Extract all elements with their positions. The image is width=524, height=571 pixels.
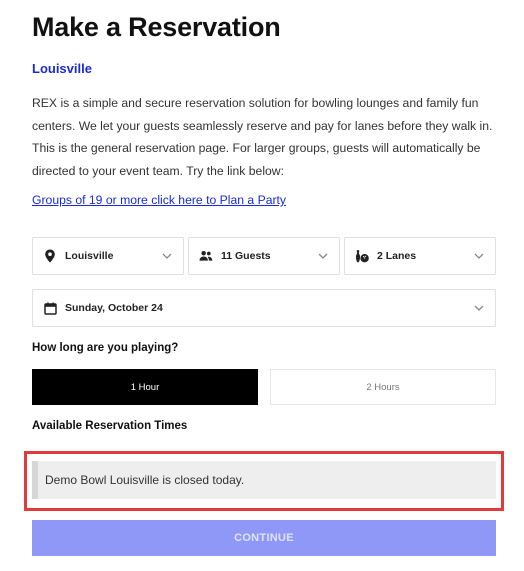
page-title: Make a Reservation [32, 12, 281, 42]
chevron-down-icon [317, 250, 329, 262]
plan-party-link[interactable]: Groups of 19 or more click here to Plan … [32, 193, 286, 207]
reservation-times-label: Available Reservation Times [32, 420, 188, 432]
guests-select-value: 11 Guests [221, 250, 271, 262]
duration-2-hours-button[interactable]: 2 Hours [270, 369, 496, 405]
location-select[interactable]: Louisville [32, 237, 184, 275]
location-link[interactable]: Louisville [32, 61, 92, 76]
date-select-value: Sunday, October 24 [65, 302, 163, 314]
location-select-value: Louisville [65, 250, 114, 262]
map-pin-icon [43, 249, 57, 263]
bowling-icon [355, 249, 369, 263]
closed-notice: Demo Bowl Louisville is closed today. [32, 461, 496, 499]
guests-select[interactable]: 11 Guests [188, 237, 340, 275]
closed-notice-text: Demo Bowl Louisville is closed today. [45, 473, 245, 487]
chevron-down-icon [473, 250, 485, 262]
lanes-select-value: 2 Lanes [377, 250, 417, 262]
continue-button[interactable]: CONTINUE [32, 520, 496, 556]
duration-label: How long are you playing? [32, 342, 179, 354]
page-description: REX is a simple and secure reservation s… [32, 96, 493, 178]
duration-1-hour-button[interactable]: 1 Hour [32, 369, 258, 405]
calendar-icon [43, 301, 57, 315]
chevron-down-icon [473, 302, 485, 314]
lanes-select[interactable]: 2 Lanes [344, 237, 496, 275]
date-select[interactable]: Sunday, October 24 [32, 289, 496, 327]
people-icon [199, 249, 213, 263]
chevron-down-icon [161, 250, 173, 262]
